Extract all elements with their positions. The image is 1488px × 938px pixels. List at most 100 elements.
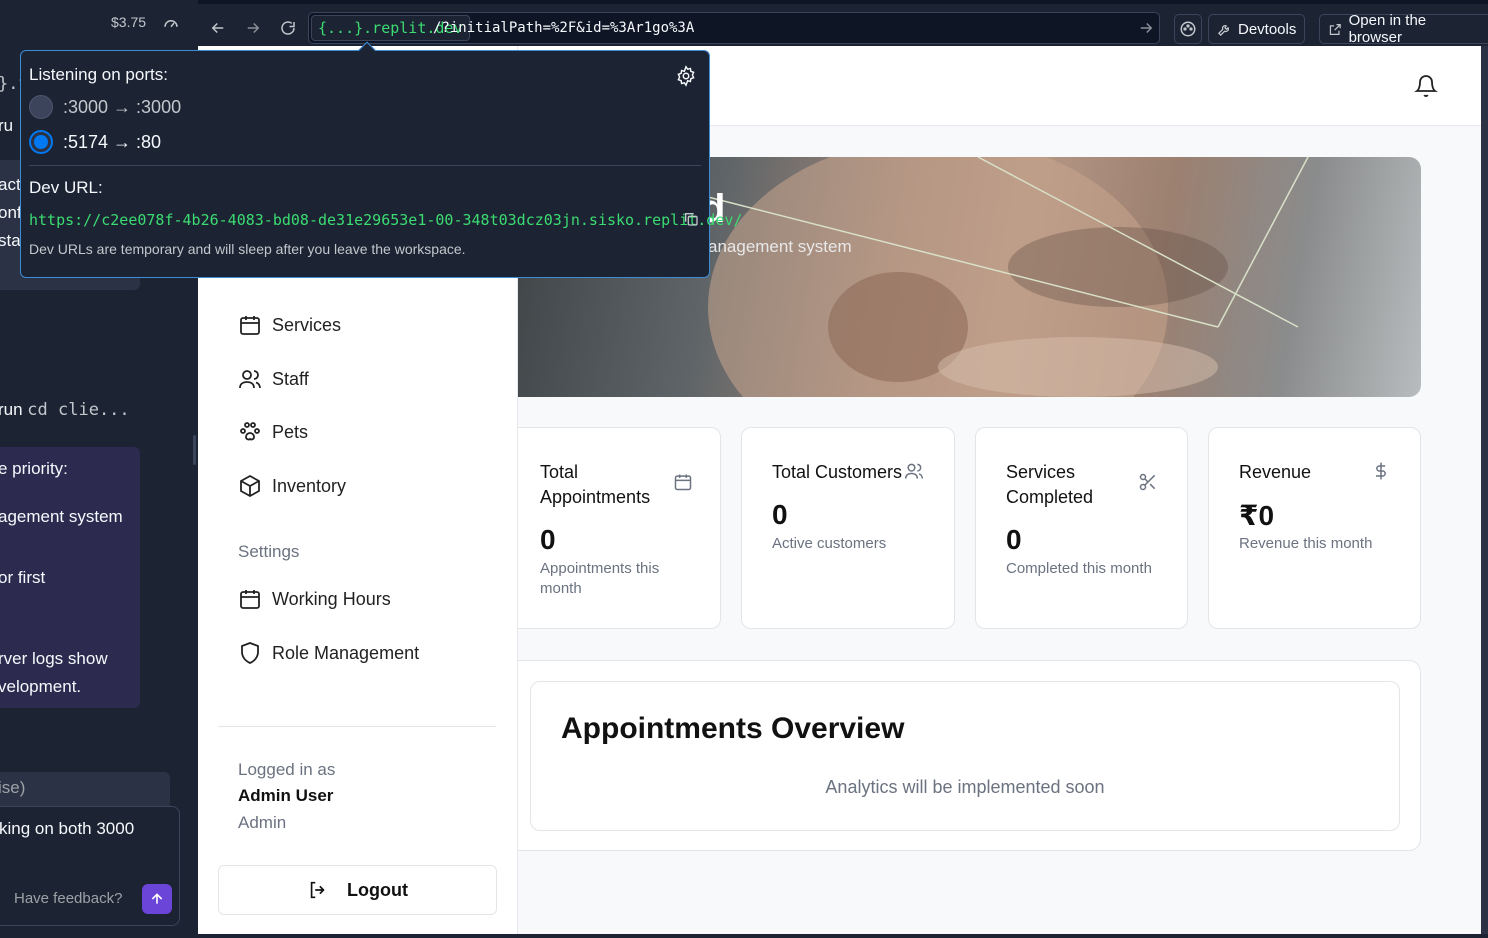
external-link-icon xyxy=(1329,23,1341,35)
stat-card-appointments: Total Appointments 0 Appointments this m… xyxy=(509,427,721,629)
sidebar-item-label: Staff xyxy=(272,368,309,389)
paw-icon xyxy=(240,422,260,441)
user-name: Admin User xyxy=(238,786,334,805)
send-button[interactable] xyxy=(142,884,172,914)
dev-url-note: Dev URLs are temporary and will sleep af… xyxy=(29,241,466,257)
sidebar-item-label: Pets xyxy=(272,421,309,442)
chat-fragment: onf xyxy=(0,203,22,222)
logout-button[interactable]: Logout xyxy=(218,865,497,915)
stat-card-customers: Total Customers 0 Active customers xyxy=(741,427,955,629)
arrow-up-icon xyxy=(151,893,163,904)
chat-fragment: act xyxy=(0,175,21,194)
go-arrow-icon[interactable] xyxy=(1137,19,1155,37)
bell-icon[interactable] xyxy=(1414,74,1438,98)
stat-value: ₹0 xyxy=(1239,500,1275,531)
gauge-icon[interactable] xyxy=(162,14,180,32)
dollar-icon xyxy=(1376,462,1386,480)
stat-note: Appointments this month xyxy=(540,560,660,597)
url-path: /?initialPath=%2F&id=%3Ar1go%3A xyxy=(433,20,695,36)
sidebar-item-working-hours[interactable]: Working Hours xyxy=(238,584,391,614)
forward-button[interactable] xyxy=(241,16,265,40)
sidebar-item-label: Services xyxy=(272,314,342,335)
dev-url-heading: Dev URL: xyxy=(29,178,103,197)
ports-heading: Listening on ports: xyxy=(29,65,168,84)
port-label: :5174 → :80 xyxy=(63,131,162,152)
calendar-icon xyxy=(240,590,260,609)
stat-title: Services Completed xyxy=(1006,462,1094,507)
chat-message-card: e priority: agement system or first rver… xyxy=(0,447,140,708)
calendar-icon xyxy=(674,474,692,491)
settings-section-label: Settings xyxy=(238,542,300,561)
logged-in-label: Logged in as xyxy=(238,760,336,779)
calendar-icon xyxy=(240,316,260,335)
sidebar-item-label: Working Hours xyxy=(272,588,391,609)
webview-toolbar: {...}.replit.dev /?initialPath=%2F&id=%3… xyxy=(198,0,1488,50)
stat-value: 0 xyxy=(540,524,556,555)
stat-value: 0 xyxy=(772,499,788,530)
ports-button[interactable] xyxy=(1174,14,1202,44)
popover-divider xyxy=(29,165,701,166)
chat-line: e priority: xyxy=(0,459,68,478)
users-icon xyxy=(239,370,261,389)
usage-cost: $3.75 xyxy=(111,14,147,30)
sidebar-item-inventory[interactable]: Inventory xyxy=(238,471,346,501)
port-option[interactable]: :5174 → :80 xyxy=(29,130,161,154)
arrow-right-icon xyxy=(247,22,260,34)
open-in-browser-label: Open in the browser xyxy=(1348,12,1427,46)
stat-note: Active customers xyxy=(772,535,887,552)
shield-icon xyxy=(241,642,259,664)
sidebar-item-pets[interactable]: Pets xyxy=(238,417,308,447)
chat-input-text: king on both 3000 xyxy=(0,819,135,838)
sidebar-item-services[interactable]: Services xyxy=(238,310,341,340)
radio-selected[interactable] xyxy=(29,130,53,154)
arrow-left-icon xyxy=(211,22,224,34)
package-icon xyxy=(240,474,260,498)
overview-card: Appointments Overview Analytics will be … xyxy=(530,681,1400,831)
viewport-scrollbar[interactable] xyxy=(1481,46,1488,934)
sidebar-divider xyxy=(218,726,496,727)
chat-line: rver logs show xyxy=(0,649,108,668)
chat-fragment: sta xyxy=(0,231,21,250)
sidebar-item-role-management[interactable]: Role Management xyxy=(238,638,419,668)
feedback-link[interactable]: Have feedback? xyxy=(14,890,122,907)
copy-icon[interactable] xyxy=(683,211,699,227)
chat-fragment: run cd clie... xyxy=(0,400,130,420)
port-option[interactable]: :3000 → :3000 xyxy=(29,95,181,119)
overview-note: Analytics will be implemented soon xyxy=(825,777,1105,797)
reload-icon xyxy=(281,21,295,35)
overview-section: Appointments Overview Analytics will be … xyxy=(518,660,1421,851)
chat-line: agement system xyxy=(0,507,123,526)
overview-title: Appointments Overview xyxy=(561,712,905,745)
wrench-icon xyxy=(1217,24,1229,36)
gear-icon[interactable] xyxy=(675,65,697,87)
devtools-label: Devtools xyxy=(1238,20,1297,38)
reload-button[interactable] xyxy=(276,16,300,40)
port-label: :3000 → :3000 xyxy=(63,96,182,117)
chat-fragment: ru xyxy=(0,116,14,135)
stat-card-revenue: Revenue ₹0 Revenue this month xyxy=(1208,427,1421,629)
open-in-browser-button[interactable]: Open in the browser xyxy=(1319,12,1488,46)
chat-line: or first xyxy=(0,568,46,587)
sidebar-item-label: Inventory xyxy=(272,475,347,496)
radio-unselected[interactable] xyxy=(29,95,53,119)
stat-title: Total Customers xyxy=(772,462,903,482)
hero-subtitle: anagement system xyxy=(708,237,852,256)
stat-note: Completed this month xyxy=(1006,560,1152,577)
logout-icon xyxy=(310,881,325,899)
users-icon xyxy=(904,463,924,479)
back-button[interactable] xyxy=(206,16,230,40)
dev-url-link[interactable]: https://c2ee078f-4b26-4083-bd08-de31e296… xyxy=(29,211,742,229)
stat-note: Revenue this month xyxy=(1239,535,1373,552)
stat-title: Total Appointments xyxy=(540,462,651,507)
network-icon xyxy=(1180,21,1196,37)
stat-card-services: Services Completed 0 Completed this mont… xyxy=(975,427,1188,629)
url-bar[interactable]: {...}.replit.dev /?initialPath=%2F&id=%3… xyxy=(308,12,1160,44)
scissors-icon xyxy=(1139,473,1156,491)
stat-value: 0 xyxy=(1006,524,1022,555)
chat-context-chip[interactable]: ise) xyxy=(0,772,170,806)
user-role: Admin xyxy=(238,813,287,832)
devtools-button[interactable]: Devtools xyxy=(1208,14,1306,44)
sidebar-item-staff[interactable]: Staff xyxy=(238,364,309,394)
panel-resize-handle[interactable] xyxy=(193,435,196,465)
logout-label: Logout xyxy=(347,879,408,900)
